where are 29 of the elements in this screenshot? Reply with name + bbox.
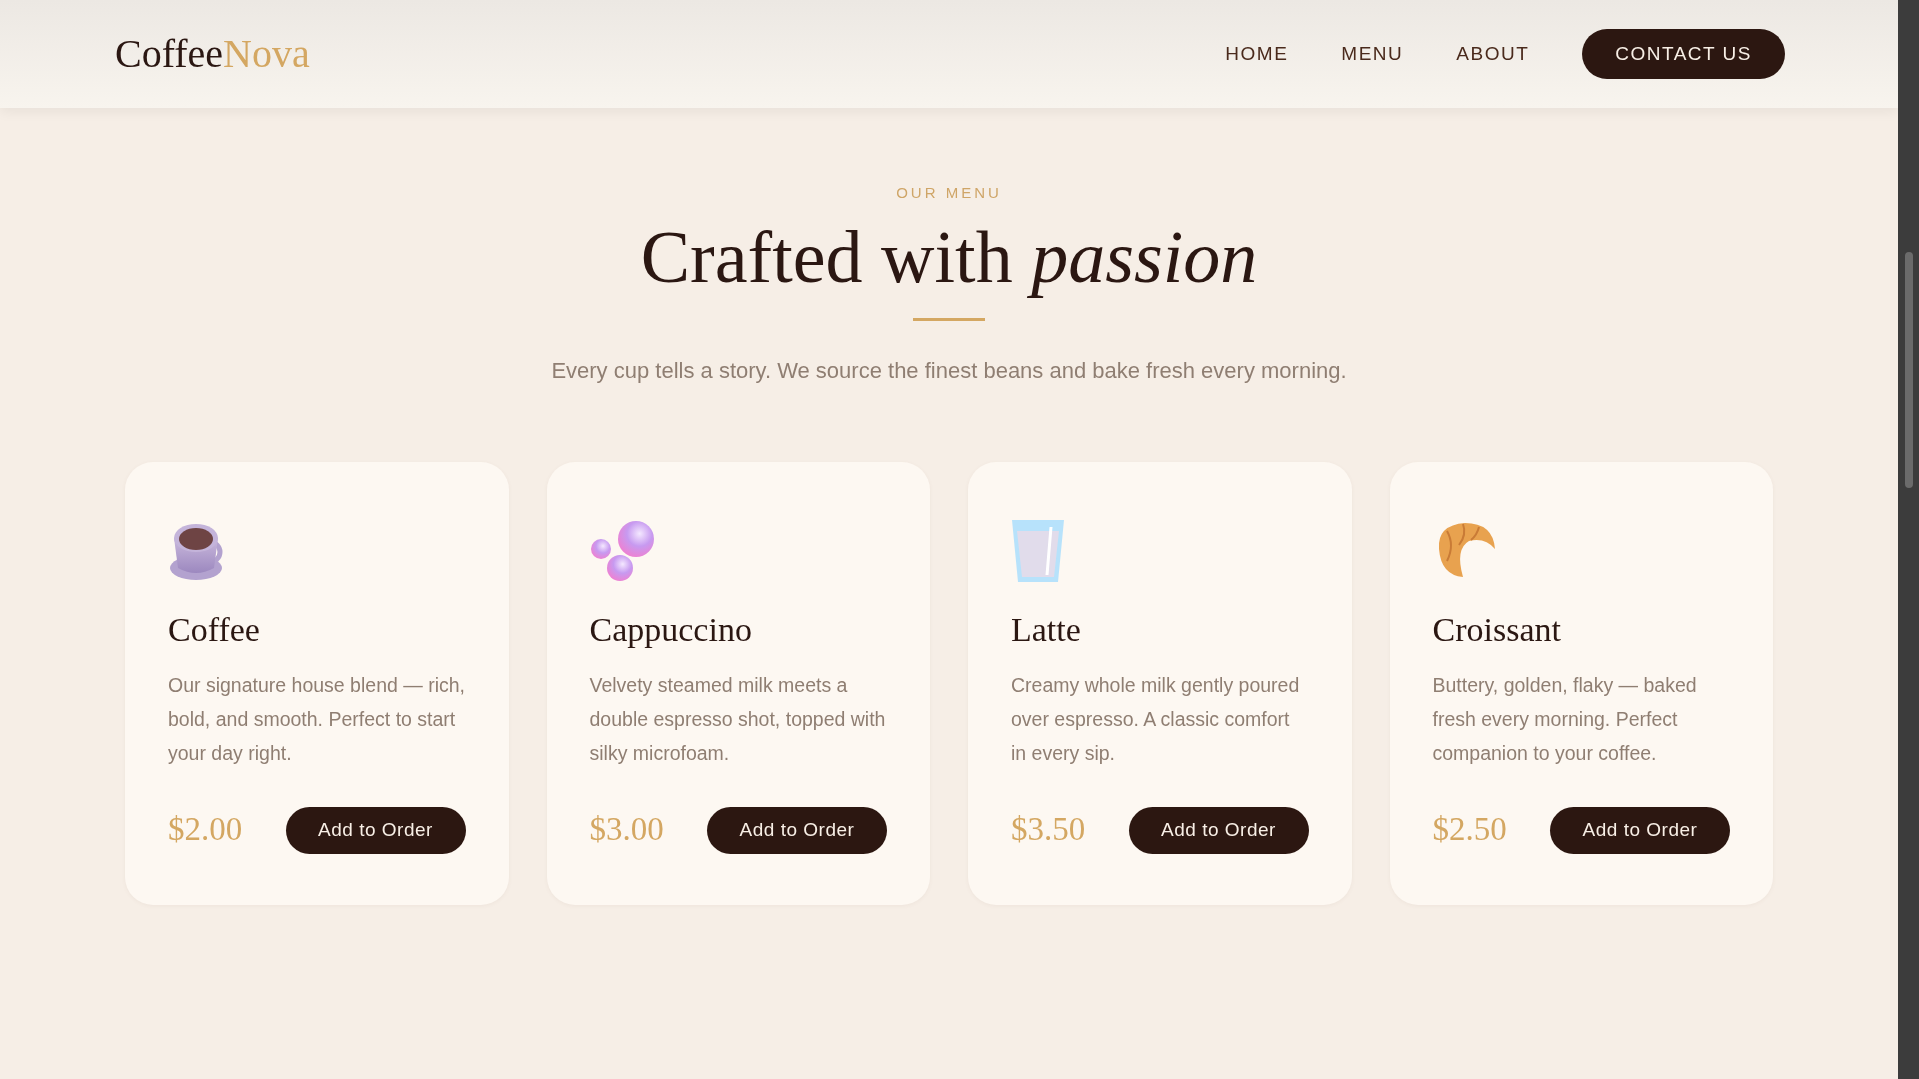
section-eyebrow: OUR MENU [896, 183, 1002, 203]
nav-link[interactable]: ABOUT [1456, 39, 1530, 69]
add-to-order-button[interactable]: Add to Order [707, 806, 887, 854]
contact-button[interactable]: CONTACT US [1582, 29, 1785, 79]
nav-link[interactable]: MENU [1341, 39, 1404, 69]
scrollbar[interactable] [1898, 0, 1919, 1079]
item-price: $3.50 [1011, 810, 1086, 850]
add-to-order-button[interactable]: Add to Order [1550, 806, 1730, 854]
scrollbar-thumb[interactable] [1904, 252, 1913, 488]
item-name: Cappuccino [589, 609, 753, 650]
item-name: Croissant [1432, 609, 1562, 650]
nav-link[interactable]: HOME [1225, 39, 1289, 69]
item-price: $2.00 [168, 810, 243, 850]
bubbles-icon [589, 518, 656, 583]
add-to-order-button[interactable]: Add to Order [285, 806, 466, 854]
item-price: $2.50 [1432, 810, 1507, 850]
logo[interactable]: CoffeeNova [115, 24, 310, 84]
item-price: $3.00 [589, 810, 664, 850]
section-intro: Every cup tells a story. We source the finest beans and bake fresh every morning. [550, 356, 1348, 385]
heading-divider [913, 317, 985, 321]
add-to-order-button[interactable]: Add to Order [1128, 806, 1309, 854]
item-description: Velvety steamed milk meets a double espresso shot, topped with silky microfoam. [589, 672, 887, 766]
item-name: Coffee [168, 609, 261, 650]
glass-icon [1011, 518, 1065, 583]
item-description: Creamy whole milk gently poured over espresso. A classic comfort in every sip. [1011, 672, 1301, 766]
item-name: Latte [1011, 609, 1082, 650]
item-description: Our signature house blend — rich, bold, and smooth. Perfect to start your day right. [168, 672, 466, 766]
section-heading: Crafted with passion [640, 216, 1258, 298]
item-description: Buttery, golden, flaky — baked fresh every morning. Perfect companion to your coffee. [1432, 672, 1698, 766]
